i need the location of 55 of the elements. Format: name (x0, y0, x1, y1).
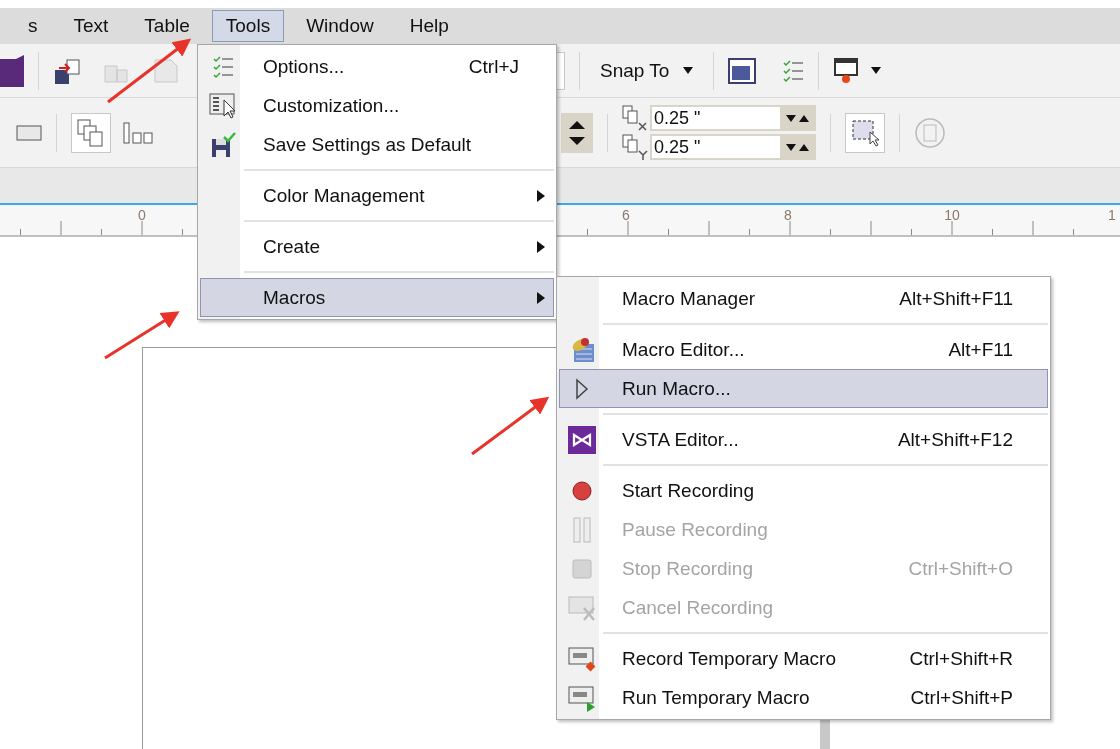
pause-icon (572, 516, 592, 543)
ruler-label: 0 (138, 207, 146, 223)
menu-item[interactable]: Color Management (200, 176, 554, 215)
checklist-icon (212, 53, 234, 80)
play-outline-icon (575, 377, 589, 400)
menu-item[interactable]: Options... Ctrl+J (200, 47, 554, 86)
menu-item[interactable]: VSTA Editor... Alt+Shift+F12 (559, 420, 1048, 459)
submenu-arrow-icon (537, 240, 545, 253)
app-logo-icon (0, 54, 24, 87)
tray-icon[interactable] (833, 56, 860, 85)
ruler-label: 6 (622, 207, 630, 223)
menu-bar-item[interactable]: Table (130, 10, 204, 42)
select-button[interactable] (845, 112, 885, 153)
menu-item[interactable]: Macro Editor... Alt+F11 (559, 330, 1048, 369)
record-icon (571, 479, 593, 502)
submenu-arrow-icon (537, 189, 545, 202)
menu-bar-item[interactable]: Window (292, 10, 388, 42)
checklist-icon[interactable] (782, 57, 805, 84)
window-cursor-icon (209, 91, 237, 120)
spinner-icon[interactable] (561, 112, 593, 153)
up-arrow-icon[interactable] (798, 114, 809, 122)
offset-x-field[interactable]: 0.25 " (650, 105, 816, 131)
menu-bar-item[interactable]: Text (59, 10, 123, 42)
caret-icon[interactable] (871, 67, 882, 74)
menu-item[interactable]: Create (200, 227, 554, 266)
up-arrow-icon[interactable] (798, 143, 809, 151)
screen-play-icon (568, 683, 596, 712)
submenu-arrow-icon (537, 291, 545, 304)
image-frame-icon[interactable] (728, 57, 757, 84)
ruler-label: 10 (944, 207, 960, 223)
menu-item[interactable]: Customization... (200, 86, 554, 125)
stop-icon (572, 558, 592, 579)
offset-x-icon (622, 105, 648, 131)
menu-bar-item[interactable]: Tools (211, 10, 285, 42)
down-arrow-icon[interactable] (683, 67, 694, 74)
menu-bar-item[interactable]: s (14, 10, 52, 42)
menu-item[interactable]: Start Recording (559, 471, 1048, 510)
menu-item[interactable]: Run Macro... (559, 369, 1048, 408)
ruler-label: 1 (1108, 207, 1116, 223)
menu-item[interactable]: Macro Manager Alt+Shift+F11 (559, 279, 1048, 318)
menu-item[interactable]: Run Temporary Macro Ctrl+Shift+P (559, 678, 1048, 717)
menu-bar-item[interactable]: Help (395, 10, 463, 42)
offset-y-icon (622, 134, 648, 160)
menu-item[interactable]: Macros (200, 278, 554, 317)
screen-record-icon (568, 644, 596, 673)
offset-y-field[interactable]: 0.25 " (650, 134, 816, 160)
ruler-label: 8 (784, 207, 792, 223)
overlap-icon (76, 117, 106, 148)
snap-to-button[interactable]: Snap To (594, 55, 700, 86)
menu-item[interactable]: Save Settings as Default (200, 125, 554, 164)
select-cursor-icon (850, 117, 880, 148)
down-arrow-icon[interactable] (785, 143, 796, 151)
down-arrow-icon[interactable] (785, 114, 796, 122)
menu-item[interactable]: Record Temporary Macro Ctrl+Shift+R (559, 639, 1048, 678)
screen-cross-icon (568, 593, 596, 622)
